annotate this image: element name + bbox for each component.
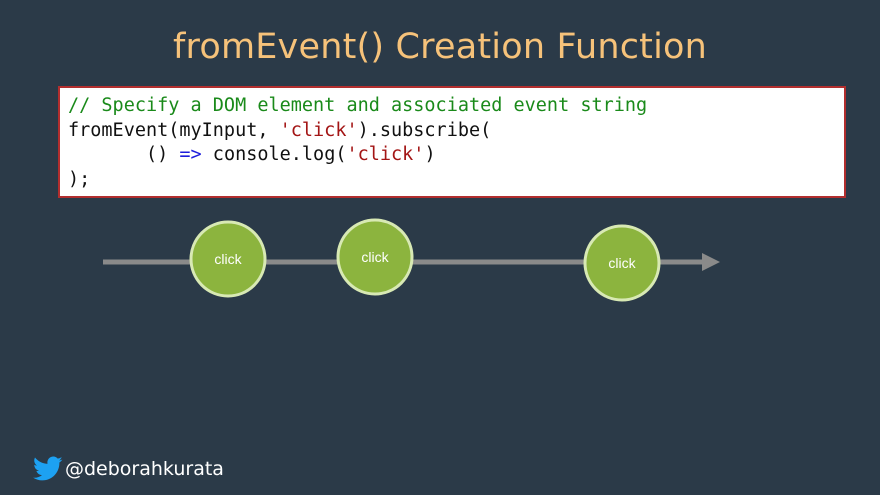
marble-diagram: click click click <box>103 218 720 302</box>
footer-credit: @deborahkurata <box>33 456 224 482</box>
marble-event: click <box>336 218 414 296</box>
timeline-arrowhead <box>702 253 720 271</box>
marble-event: click <box>189 220 267 298</box>
marble-label: click <box>361 249 389 265</box>
marble-label: click <box>608 255 636 271</box>
twitter-bird-icon <box>33 456 63 482</box>
twitter-handle: @deborahkurata <box>65 458 224 480</box>
marble-event: click <box>583 224 661 302</box>
marble-label: click <box>214 251 242 267</box>
